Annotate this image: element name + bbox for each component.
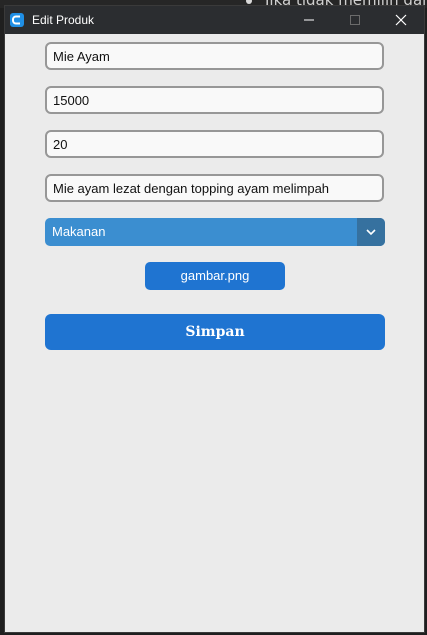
minimize-button[interactable] <box>286 6 332 34</box>
product-stock-field[interactable] <box>45 130 384 158</box>
choose-image-button[interactable]: gambar.png <box>145 262 285 290</box>
category-dropdown[interactable]: Makanan <box>45 218 385 246</box>
form-content: Makanan gambar.png Simpan <box>5 34 424 632</box>
product-name-field[interactable] <box>45 42 384 70</box>
product-price-field[interactable] <box>45 86 384 114</box>
window-title: Edit Produk <box>32 13 95 27</box>
chevron-down-icon <box>366 229 376 236</box>
app-c-icon <box>10 13 24 27</box>
close-button[interactable] <box>378 6 424 34</box>
maximize-button[interactable] <box>332 6 378 34</box>
product-description-field[interactable] <box>45 174 384 202</box>
maximize-icon <box>350 15 360 25</box>
dropdown-toggle[interactable] <box>357 218 385 246</box>
close-icon <box>395 14 407 26</box>
minimize-icon <box>304 19 314 21</box>
save-button[interactable]: Simpan <box>45 314 385 350</box>
edit-product-window: Edit Produk Mie Ayam 15000 20 Mie ayam l… <box>4 5 425 633</box>
window-controls <box>286 6 424 34</box>
category-selected-value: Makanan <box>52 224 106 239</box>
title-bar[interactable]: Edit Produk <box>5 6 424 34</box>
